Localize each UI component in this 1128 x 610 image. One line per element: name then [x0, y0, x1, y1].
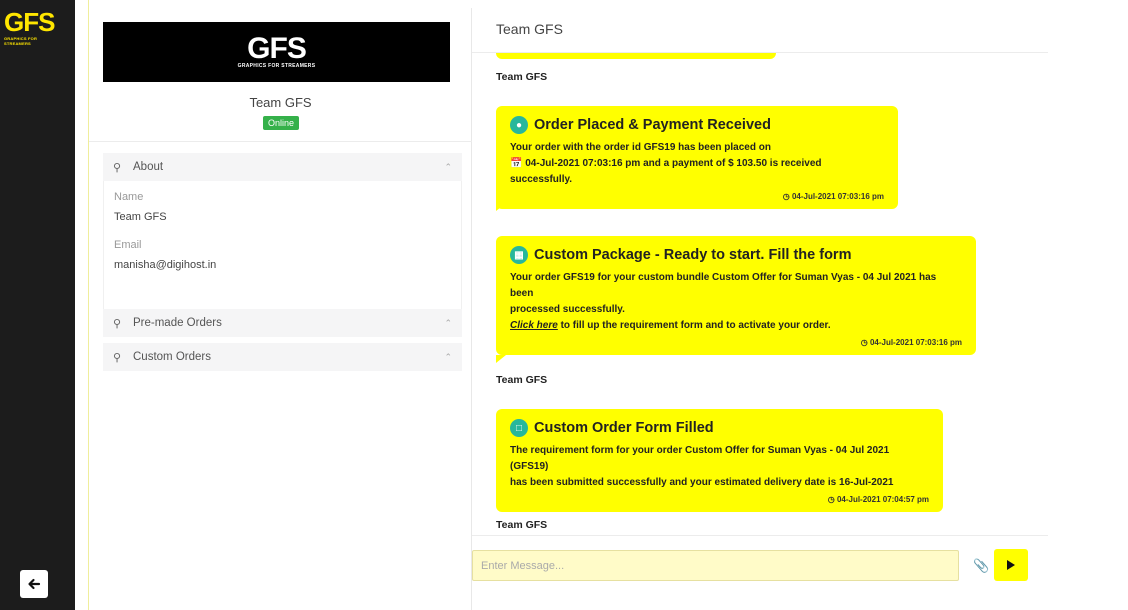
message-title-text: Custom Package - Ready to start. Fill th… [534, 247, 852, 263]
message-timestamp: 04-Jul-2021 07:04:57 pm [836, 495, 929, 504]
profile-banner: GFS GRAPHICS FOR STREAMERS [103, 22, 450, 82]
send-button[interactable] [994, 549, 1028, 581]
arrow-left-icon [28, 578, 41, 590]
premade-orders-accordion-header[interactable]: ⚲ Pre-made Orders ⌃ [103, 309, 462, 337]
calendar-icon: 📅 [510, 158, 523, 169]
banner-logo-tagline: GRAPHICS FOR STREAMERS [237, 63, 316, 69]
message-input[interactable] [472, 550, 959, 581]
rail-logo-tagline: GRAPHICS FOR STREAMERS [4, 36, 38, 46]
message-text: processed successfully. [510, 304, 625, 315]
composer: 📎 [472, 535, 1048, 610]
file-icon: □ [510, 419, 528, 437]
bubble-tail [496, 203, 506, 211]
message-bubble [496, 53, 776, 59]
clock-icon: ◷ [860, 338, 868, 347]
nav-rail: GFS GRAPHICS FOR STREAMERS [0, 0, 75, 610]
message-time: ◷ 04-Jul-2021 07:03:16 pm [510, 338, 962, 347]
paperclip-icon[interactable]: 📎 [973, 558, 989, 574]
bubble-tail [496, 355, 506, 363]
message-text: has been submitted successfully and your… [510, 477, 894, 488]
user-icon: ⚲ [113, 317, 122, 330]
message-text-link-line: Click here to fill up the requirement fo… [510, 318, 962, 334]
premade-orders-label: Pre-made Orders [133, 317, 222, 329]
about-label: About [133, 161, 164, 173]
message-time: ◷ 04-Jul-2021 07:03:16 pm [510, 192, 884, 201]
name-value: Team GFS [114, 211, 167, 223]
divider [89, 141, 472, 142]
message-bubble: ● Order Placed & Payment Received Your o… [496, 106, 898, 209]
message-sender: Team GFS [496, 519, 548, 531]
message-text-date: 📅 04-Jul-2021 07:03:16 pm and a payment … [510, 156, 884, 188]
rail-logo-text: GFS [4, 7, 55, 37]
message-title: ● Order Placed & Payment Received [510, 116, 884, 134]
message-text: Your order GFS19 for your custom bundle … [510, 272, 937, 299]
send-icon [1007, 560, 1015, 570]
message-bubble: □ Custom Order Form Filled The requireme… [496, 409, 943, 512]
status-badge: Online [263, 116, 299, 130]
message-title: ▦ Custom Package - Ready to start. Fill … [510, 246, 962, 264]
message-title-text: Custom Order Form Filled [534, 420, 714, 436]
rail-logo: GFS GRAPHICS FOR STREAMERS [4, 8, 60, 52]
clock-icon: ◷ [827, 495, 835, 504]
message-bubble: ▦ Custom Package - Ready to start. Fill … [496, 236, 976, 355]
custom-orders-accordion-header[interactable]: ⚲ Custom Orders ⌃ [103, 343, 462, 371]
chevron-up-icon: ⌃ [444, 161, 452, 172]
click-here-link[interactable]: Click here [510, 320, 558, 331]
message-list[interactable]: Team GFS ● Order Placed & Payment Receiv… [472, 53, 1048, 535]
message-text: 04-Jul-2021 07:03:16 pm and a payment of… [510, 158, 822, 185]
chat-panel: Team GFS Team GFS ● Order Placed & Payme… [472, 8, 1048, 610]
message-text: Your order with the order id GFS19 has b… [510, 142, 771, 153]
about-accordion-header[interactable]: ⚲ About ⌃ [103, 153, 462, 181]
chevron-up-icon: ⌃ [444, 317, 452, 328]
message-title-text: Order Placed & Payment Received [534, 117, 771, 133]
banner-logo-text: GFS [247, 32, 307, 65]
message-text: The requirement form for your order Cust… [510, 445, 890, 472]
profile-name: Team GFS [249, 95, 312, 110]
user-icon: ⚲ [113, 351, 122, 364]
profile-panel: GFS GRAPHICS FOR STREAMERS Team GFS Onli… [89, 8, 472, 610]
email-label: Email [114, 239, 142, 251]
custom-orders-label: Custom Orders [133, 351, 211, 363]
message-timestamp: 04-Jul-2021 07:03:16 pm [791, 192, 884, 201]
premade-orders-section: ⚲ Pre-made Orders ⌃ [103, 309, 462, 337]
document-icon: ▦ [510, 246, 528, 264]
message-sender: Team GFS [496, 374, 548, 386]
message-time: ◷ 04-Jul-2021 07:04:57 pm [510, 495, 929, 504]
chevron-up-icon: ⌃ [444, 351, 452, 362]
back-button[interactable] [20, 570, 48, 598]
about-section: ⚲ About ⌃ Name Team GFS Email manisha@di… [103, 153, 462, 331]
email-value: manisha@digihost.in [114, 259, 217, 271]
message-title: □ Custom Order Form Filled [510, 419, 929, 437]
message-sender: Team GFS [496, 71, 548, 83]
custom-orders-section: ⚲ Custom Orders ⌃ [103, 343, 462, 371]
user-icon: ⚲ [113, 161, 122, 174]
globe-icon: ● [510, 116, 528, 134]
message-text: to fill up the requirement form and to a… [557, 320, 831, 331]
chat-title: Team GFS [472, 8, 1048, 53]
name-label: Name [114, 191, 144, 203]
message-timestamp: 04-Jul-2021 07:03:16 pm [869, 338, 962, 347]
clock-icon: ◷ [782, 192, 790, 201]
